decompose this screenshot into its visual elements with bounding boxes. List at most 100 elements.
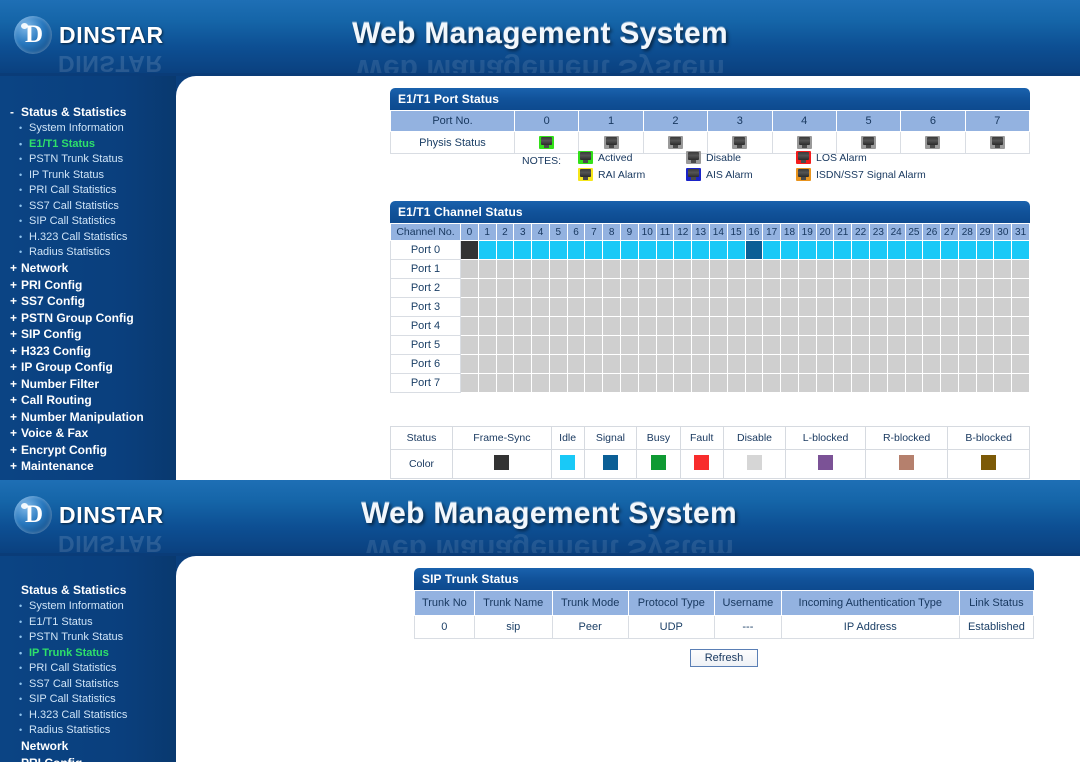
channel-cell-6-10-off[interactable] bbox=[637, 354, 657, 374]
channel-cell-2-4-off[interactable] bbox=[531, 278, 550, 298]
channel-cell-4-23-off[interactable] bbox=[868, 316, 888, 336]
channel-cell-4-0-off[interactable] bbox=[460, 316, 479, 336]
channel-cell-0-16-signal[interactable] bbox=[744, 240, 764, 260]
channel-cell-5-21-off[interactable] bbox=[833, 335, 853, 355]
channel-cell-5-28-off[interactable] bbox=[957, 335, 977, 355]
channel-cell-6-26-off[interactable] bbox=[922, 354, 942, 374]
channel-cell-6-23-off[interactable] bbox=[868, 354, 888, 374]
channel-cell-4-8-off[interactable] bbox=[602, 316, 622, 336]
refresh-button[interactable]: Refresh bbox=[689, 649, 759, 667]
channel-cell-3-8-off[interactable] bbox=[602, 297, 622, 317]
sidebar-group-pstn-group-config[interactable]: + PSTN Group Config bbox=[0, 310, 176, 327]
channel-cell-7-20-off[interactable] bbox=[815, 373, 835, 393]
channel-cell-2-15-off[interactable] bbox=[726, 278, 746, 298]
table-row[interactable]: 0 sip Peer UDP --- IP Address Established bbox=[414, 615, 1035, 639]
sidebar-item-sip-call-statistics[interactable]: • SIP Call Statistics bbox=[0, 214, 176, 230]
channel-cell-2-5-off[interactable] bbox=[548, 278, 568, 298]
channel-cell-0-21-idle[interactable] bbox=[833, 240, 853, 260]
channel-cell-1-21-off[interactable] bbox=[833, 259, 853, 279]
sidebar-group-pri-config[interactable]: + PRI Config bbox=[0, 277, 176, 294]
channel-cell-6-17-off[interactable] bbox=[762, 354, 782, 374]
channel-cell-6-31-off[interactable] bbox=[1011, 354, 1030, 374]
channel-cell-2-20-off[interactable] bbox=[815, 278, 835, 298]
channel-cell-0-26-idle[interactable] bbox=[922, 240, 942, 260]
channel-cell-6-4-off[interactable] bbox=[531, 354, 550, 374]
channel-cell-5-19-off[interactable] bbox=[797, 335, 817, 355]
channel-cell-5-17-off[interactable] bbox=[762, 335, 782, 355]
channel-cell-3-28-off[interactable] bbox=[957, 297, 977, 317]
channel-cell-4-17-off[interactable] bbox=[762, 316, 782, 336]
channel-cell-1-23-off[interactable] bbox=[868, 259, 888, 279]
channel-cell-1-15-off[interactable] bbox=[726, 259, 746, 279]
channel-cell-7-21-off[interactable] bbox=[833, 373, 853, 393]
channel-cell-0-7-idle[interactable] bbox=[584, 240, 604, 260]
channel-cell-2-6-off[interactable] bbox=[566, 278, 586, 298]
channel-cell-1-5-off[interactable] bbox=[548, 259, 568, 279]
sidebar-item-system-information[interactable]: • System Information bbox=[0, 121, 176, 137]
channel-cell-1-4-off[interactable] bbox=[531, 259, 550, 279]
sidebar-group-encrypt-config[interactable]: + Encrypt Config bbox=[0, 442, 176, 459]
channel-cell-5-1-off[interactable] bbox=[477, 335, 497, 355]
channel-cell-4-11-off[interactable] bbox=[655, 316, 675, 336]
channel-cell-6-0-off[interactable] bbox=[460, 354, 479, 374]
channel-cell-6-29-off[interactable] bbox=[975, 354, 995, 374]
channel-cell-4-27-off[interactable] bbox=[940, 316, 959, 336]
channel-cell-0-18-idle[interactable] bbox=[780, 240, 799, 260]
sidebar-item-pri-call-statistics[interactable]: • PRI Call Statistics bbox=[0, 183, 176, 199]
channel-cell-5-22-off[interactable] bbox=[851, 335, 870, 355]
channel-cell-3-15-off[interactable] bbox=[726, 297, 746, 317]
channel-cell-0-27-idle[interactable] bbox=[940, 240, 959, 260]
channel-cell-2-13-off[interactable] bbox=[691, 278, 710, 298]
channel-cell-7-29-off[interactable] bbox=[975, 373, 995, 393]
channel-cell-7-6-off[interactable] bbox=[566, 373, 586, 393]
sidebar-group-maintenance[interactable]: + Maintenance bbox=[0, 458, 176, 475]
channel-cell-0-31-idle[interactable] bbox=[1011, 240, 1030, 260]
channel-cell-3-26-off[interactable] bbox=[922, 297, 942, 317]
channel-cell-2-27-off[interactable] bbox=[940, 278, 959, 298]
sidebar-group-voice-fax[interactable]: + Voice & Fax bbox=[0, 425, 176, 442]
channel-cell-7-4-off[interactable] bbox=[531, 373, 550, 393]
channel-cell-1-20-off[interactable] bbox=[815, 259, 835, 279]
channel-cell-6-14-off[interactable] bbox=[708, 354, 728, 374]
channel-cell-7-28-off[interactable] bbox=[957, 373, 977, 393]
channel-cell-5-12-off[interactable] bbox=[673, 335, 693, 355]
channel-cell-6-18-off[interactable] bbox=[780, 354, 799, 374]
channel-cell-3-16-off[interactable] bbox=[744, 297, 764, 317]
channel-cell-7-22-off[interactable] bbox=[851, 373, 870, 393]
channel-cell-2-10-off[interactable] bbox=[637, 278, 657, 298]
channel-cell-6-6-off[interactable] bbox=[566, 354, 586, 374]
channel-cell-1-11-off[interactable] bbox=[655, 259, 675, 279]
channel-cell-3-30-off[interactable] bbox=[993, 297, 1013, 317]
channel-cell-1-3-off[interactable] bbox=[513, 259, 533, 279]
channel-cell-4-16-off[interactable] bbox=[744, 316, 764, 336]
channel-cell-5-4-off[interactable] bbox=[531, 335, 550, 355]
channel-cell-1-8-off[interactable] bbox=[602, 259, 622, 279]
channel-cell-4-6-off[interactable] bbox=[566, 316, 586, 336]
channel-cell-3-22-off[interactable] bbox=[851, 297, 870, 317]
channel-cell-7-19-off[interactable] bbox=[797, 373, 817, 393]
channel-cell-0-10-idle[interactable] bbox=[637, 240, 657, 260]
channel-cell-2-3-off[interactable] bbox=[513, 278, 533, 298]
channel-cell-5-18-off[interactable] bbox=[780, 335, 799, 355]
channel-cell-0-3-idle[interactable] bbox=[513, 240, 533, 260]
channel-cell-3-0-off[interactable] bbox=[460, 297, 479, 317]
channel-cell-6-11-off[interactable] bbox=[655, 354, 675, 374]
channel-cell-2-7-off[interactable] bbox=[584, 278, 604, 298]
channel-cell-5-7-off[interactable] bbox=[584, 335, 604, 355]
channel-cell-4-10-off[interactable] bbox=[637, 316, 657, 336]
channel-cell-5-10-off[interactable] bbox=[637, 335, 657, 355]
sidebar-group-sip-config[interactable]: + SIP Config bbox=[0, 326, 176, 343]
channel-cell-7-25-off[interactable] bbox=[904, 373, 924, 393]
sidebar-group-network[interactable]: + Network bbox=[0, 260, 176, 277]
sidebar-item-ss7-call-statistics[interactable]: • SS7 Call Statistics bbox=[0, 676, 176, 692]
channel-cell-6-5-off[interactable] bbox=[548, 354, 568, 374]
channel-cell-1-18-off[interactable] bbox=[780, 259, 799, 279]
physis-status-port-7[interactable] bbox=[964, 131, 1031, 154]
sidebar-group-ss7-config[interactable]: + SS7 Config bbox=[0, 293, 176, 310]
channel-cell-3-13-off[interactable] bbox=[691, 297, 710, 317]
channel-cell-2-24-off[interactable] bbox=[886, 278, 906, 298]
channel-cell-6-22-off[interactable] bbox=[851, 354, 870, 374]
channel-cell-7-31-off[interactable] bbox=[1011, 373, 1030, 393]
channel-cell-5-31-off[interactable] bbox=[1011, 335, 1030, 355]
channel-cell-3-2-off[interactable] bbox=[495, 297, 515, 317]
